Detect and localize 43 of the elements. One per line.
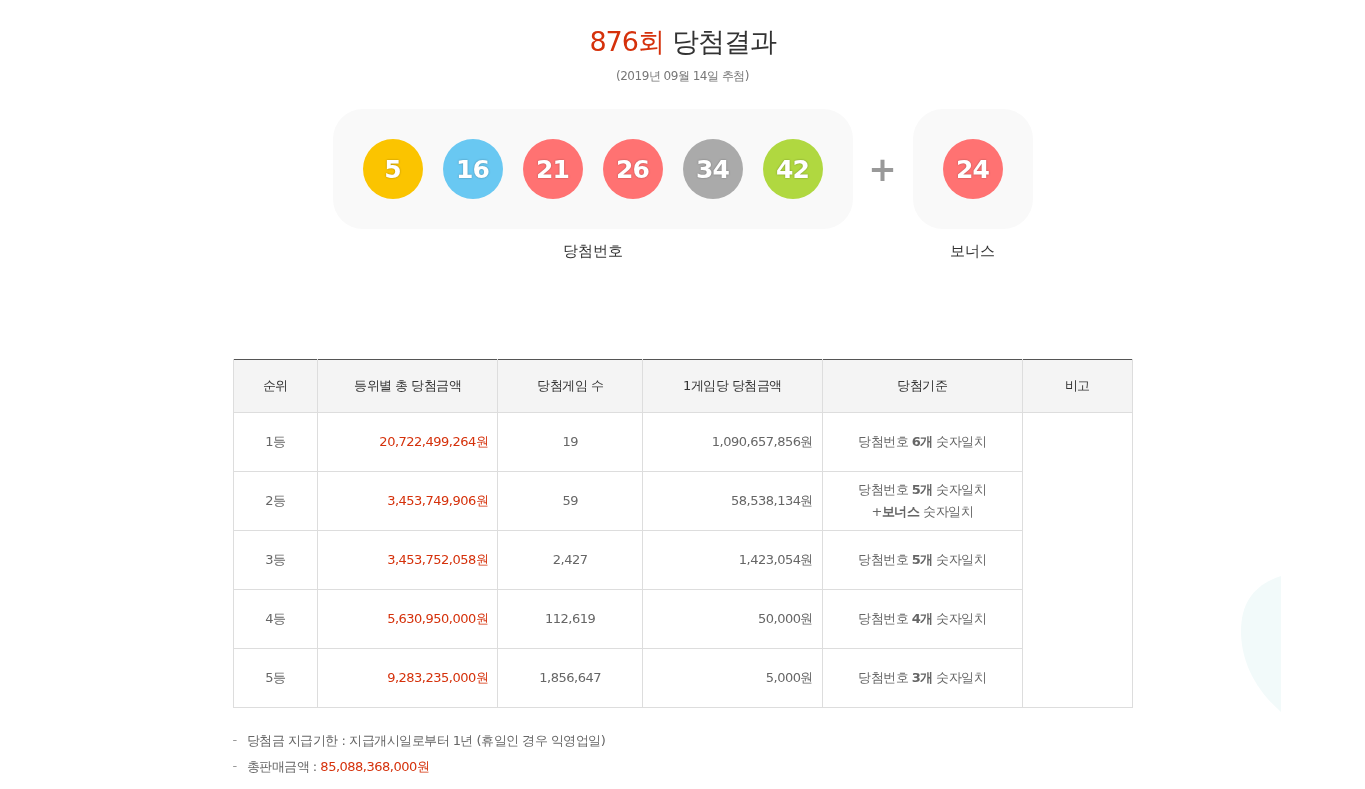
prize-per-game-cell: 1,090,657,856원 <box>642 412 823 472</box>
rank-cell: 3등 <box>233 530 318 590</box>
note-text: 총판매금액 : 85,088,368,000원 <box>246 758 430 776</box>
lotto-ball: 5 <box>362 139 423 199</box>
note-text: 당첨금 지급기한 : 지급개시일로부터 1년 (휴일인 경우 익영업일) <box>246 732 606 750</box>
lotto-ball: 34 <box>682 139 743 199</box>
dash-bullet: - <box>232 732 237 749</box>
criteria-cell: 당첨번호 6개 숫자일치 <box>822 412 1023 472</box>
lotto-ball: 21 <box>522 139 583 199</box>
lotto-ball: 42 <box>762 139 823 199</box>
winners-cell: 112,619 <box>497 589 643 649</box>
dash-bullet: - <box>232 758 237 775</box>
column-header: 당첨게임 수 <box>497 359 643 413</box>
column-header: 당첨기준 <box>822 359 1023 413</box>
column-header: 비고 <box>1022 359 1132 413</box>
winners-cell: 59 <box>497 471 643 531</box>
column-header: 순위 <box>233 359 318 413</box>
winners-cell: 1,856,647 <box>497 648 643 708</box>
rank-cell: 5등 <box>233 648 318 708</box>
plus-sign: + <box>867 148 898 191</box>
winners-cell: 19 <box>497 412 643 472</box>
rank-cell: 1등 <box>233 412 318 472</box>
winners-cell: 2,427 <box>497 530 643 590</box>
prize-per-game-cell: 50,000원 <box>642 589 823 649</box>
rank-cell: 2등 <box>233 471 318 531</box>
total-prize-cell: 20,722,499,264원 <box>317 412 498 472</box>
winning-numbers-label: 당첨번호 <box>562 242 623 261</box>
column-header: 1게임당 당첨금액 <box>642 359 823 413</box>
page-title: 876회 당첨결과 <box>589 25 776 59</box>
bonus-label: 보너스 <box>950 242 995 261</box>
prize-per-game-cell: 58,538,134원 <box>642 471 823 531</box>
lotto-ball: 26 <box>602 139 663 199</box>
rank-cell: 4등 <box>233 589 318 649</box>
prize-per-game-cell: 1,423,054원 <box>642 530 823 590</box>
prize-per-game-cell: 5,000원 <box>642 648 823 708</box>
total-prize-cell: 5,630,950,000원 <box>317 589 498 649</box>
total-prize-cell: 9,283,235,000원 <box>317 648 498 708</box>
lotto-ball: 24 <box>942 139 1003 199</box>
total-prize-cell: 3,453,749,906원 <box>317 471 498 531</box>
total-prize-cell: 3,453,752,058원 <box>317 530 498 590</box>
lotto-ball: 16 <box>442 139 503 199</box>
draw-date: (2019년 09월 14일 추첨) <box>616 68 749 85</box>
column-header: 등위별 총 당첨금액 <box>317 359 498 413</box>
